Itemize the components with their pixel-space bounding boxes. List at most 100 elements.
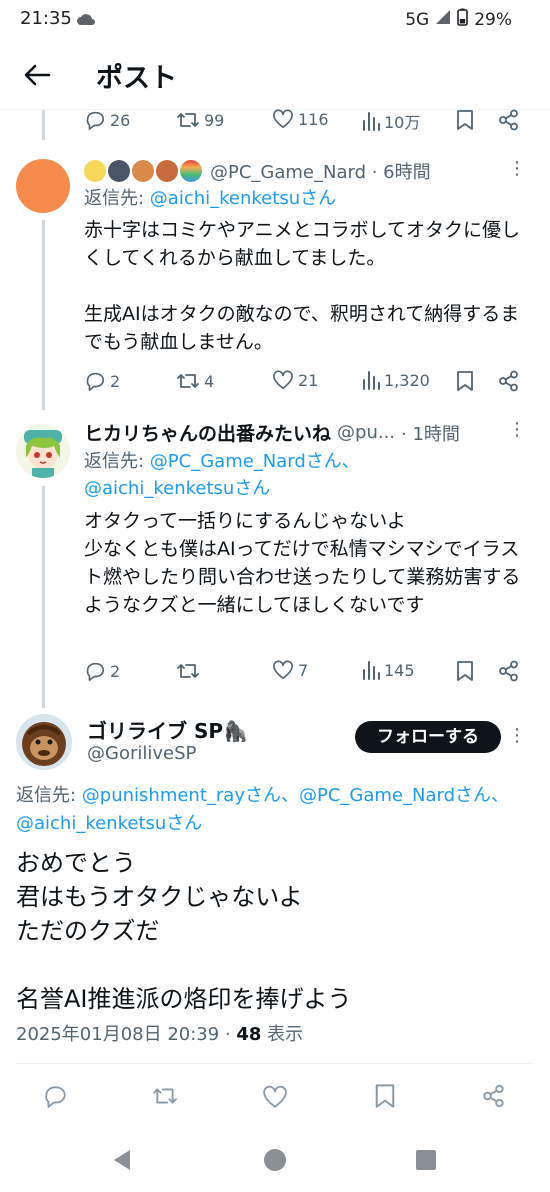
reply-to-link[interactable]: @PC_Game_Nardさん、 — [299, 785, 509, 806]
views-button[interactable]: 1,320 — [362, 370, 430, 390]
reply-icon — [86, 662, 105, 681]
like-button[interactable]: 21 — [272, 370, 318, 390]
reply-to-label: 返信先: — [16, 785, 82, 806]
top-header: ポスト — [0, 38, 550, 110]
reply-to-link[interactable]: @aichi_kenketsuさん — [84, 478, 270, 499]
bookmark-icon[interactable] — [456, 660, 474, 686]
tweet-handle[interactable]: @pu... — [337, 422, 395, 443]
views-count: 10万 — [384, 113, 421, 132]
reply-to-link[interactable]: @PC_Game_Nardさん、 — [150, 451, 360, 472]
bookmark-icon[interactable] — [456, 370, 474, 396]
back-arrow-icon[interactable] — [22, 60, 52, 90]
more-options-icon[interactable]: ⋮ — [508, 725, 526, 746]
avatar[interactable] — [16, 714, 72, 770]
avatar[interactable] — [16, 159, 70, 213]
tweet-actions: 2 7 145 — [84, 660, 524, 686]
reply-to-label: 返信先: — [84, 188, 150, 209]
reply-button[interactable]: 26 — [84, 109, 130, 131]
tweet-author-name[interactable]: ヒカリちゃんの出番みたいね — [84, 419, 331, 446]
tweet-header: ヒカリちゃんの出番みたいね @pu... · 1時間 — [84, 419, 530, 446]
reply-to-label: 返信先: — [84, 451, 150, 472]
views-count: 1,320 — [384, 370, 430, 390]
reply-icon[interactable] — [42, 1083, 68, 1113]
bookmark-icon[interactable] — [374, 1083, 396, 1113]
reply-count: 2 — [110, 371, 121, 391]
thread-line — [42, 486, 45, 708]
retweet-icon[interactable] — [151, 1084, 179, 1112]
nav-back-icon[interactable] — [110, 1148, 134, 1176]
main-author-handle[interactable]: @GoriliveSP — [87, 743, 196, 764]
reply-icon — [86, 111, 105, 130]
tweet-text: オタクって一括りにするんじゃないよ 少なくとも僕はAIってだけで私情マシマシでイ… — [84, 510, 521, 616]
status-time: 21:35 — [20, 8, 72, 29]
views-icon — [363, 371, 380, 390]
like-button[interactable]: 7 — [272, 660, 308, 680]
heart-icon[interactable] — [262, 1085, 288, 1113]
retweet-button[interactable] — [176, 660, 204, 682]
retweet-icon — [177, 664, 199, 678]
retweet-icon — [177, 113, 199, 127]
nav-recents-icon[interactable] — [416, 1150, 436, 1174]
share-icon[interactable] — [498, 109, 520, 135]
tweet-handle-time[interactable]: @PC_Game_Nard · 6時間 — [210, 158, 431, 184]
tweet-timestamp[interactable]: 2025年01月08日 20:39 · — [16, 1024, 236, 1045]
views-icon — [363, 112, 380, 131]
retweet-icon — [177, 374, 199, 388]
like-count: 116 — [298, 109, 329, 129]
divider — [16, 1063, 534, 1064]
reply-to: 返信先: @punishment_rayさん、@PC_Game_Nardさん、 … — [16, 782, 546, 838]
views-count: 48 — [236, 1024, 262, 1045]
like-count: 7 — [298, 660, 309, 680]
main-author-name[interactable]: ゴリライブ SP🦍 — [87, 715, 248, 744]
reply-button[interactable]: 2 — [84, 660, 120, 682]
heart-icon — [273, 660, 293, 679]
views-label: 表示 — [261, 1024, 304, 1045]
tweet-meta: 2025年01月08日 20:39 · 48 表示 — [16, 1020, 303, 1046]
avatar[interactable] — [16, 424, 70, 478]
heart-icon — [273, 109, 293, 128]
reply-count: 2 — [110, 661, 121, 681]
tweet-actions: 2 4 21 1,320 — [84, 370, 524, 396]
battery-level: 29% — [474, 9, 512, 30]
views-button[interactable]: 145 — [362, 660, 415, 680]
like-count: 21 — [298, 370, 319, 390]
reply-count: 26 — [110, 110, 131, 130]
views-button[interactable]: 10万 — [362, 109, 420, 133]
like-button[interactable]: 116 — [272, 109, 329, 129]
thread-line — [42, 110, 45, 140]
bookmark-icon[interactable] — [456, 109, 474, 135]
status-bar: 21:35 5G 29% — [0, 0, 550, 38]
retweet-count: 99 — [204, 110, 225, 130]
tweet-text: 赤十字はコミケやアニメとコラボしてオタクに優しくしてくれるから献血してました。 … — [84, 219, 521, 353]
retweet-button[interactable]: 4 — [176, 370, 214, 392]
share-icon[interactable] — [498, 660, 520, 686]
reply-icon — [86, 372, 105, 391]
cloud-icon — [76, 11, 96, 30]
reply-to-link[interactable]: @aichi_kenketsuさん — [150, 188, 336, 209]
share-icon[interactable] — [482, 1084, 506, 1112]
share-icon[interactable] — [498, 370, 520, 396]
reply-button[interactable]: 2 — [84, 370, 120, 392]
battery-icon — [457, 8, 469, 31]
tweet-header: @PC_Game_Nard · 6時間 — [84, 158, 530, 184]
retweet-button[interactable]: 99 — [176, 109, 224, 131]
more-options-icon[interactable]: ⋮ — [508, 158, 526, 179]
tweet-time[interactable]: · 1時間 — [401, 420, 460, 446]
reply-to: 返信先: @PC_Game_Nardさん、 @aichi_kenketsuさん — [84, 448, 536, 502]
reply-to-link[interactable]: @aichi_kenketsuさん — [16, 813, 202, 834]
network-label: 5G — [405, 9, 430, 30]
reply-to: 返信先: @aichi_kenketsuさん — [84, 185, 336, 212]
reply-to-link[interactable]: @punishment_rayさん、 — [82, 785, 299, 806]
follow-button[interactable]: フォローする — [355, 721, 501, 753]
more-options-icon[interactable]: ⋮ — [508, 419, 526, 440]
nav-home-icon[interactable] — [263, 1148, 287, 1176]
main-tweet-text: おめでとう 君はもうオタクじゃないよ ただのクズだ 名誉AI推進派の烙印を捧げよ… — [16, 849, 352, 1013]
thread-line — [42, 220, 45, 410]
signal-icon — [435, 9, 451, 30]
heart-icon — [273, 370, 293, 389]
retweet-count: 4 — [204, 371, 215, 391]
prev-tweet-actions: 26 99 116 10万 — [84, 109, 524, 135]
name-emoji-icons — [84, 160, 204, 182]
views-icon — [363, 661, 380, 680]
main-tweet-actions — [0, 1083, 550, 1111]
